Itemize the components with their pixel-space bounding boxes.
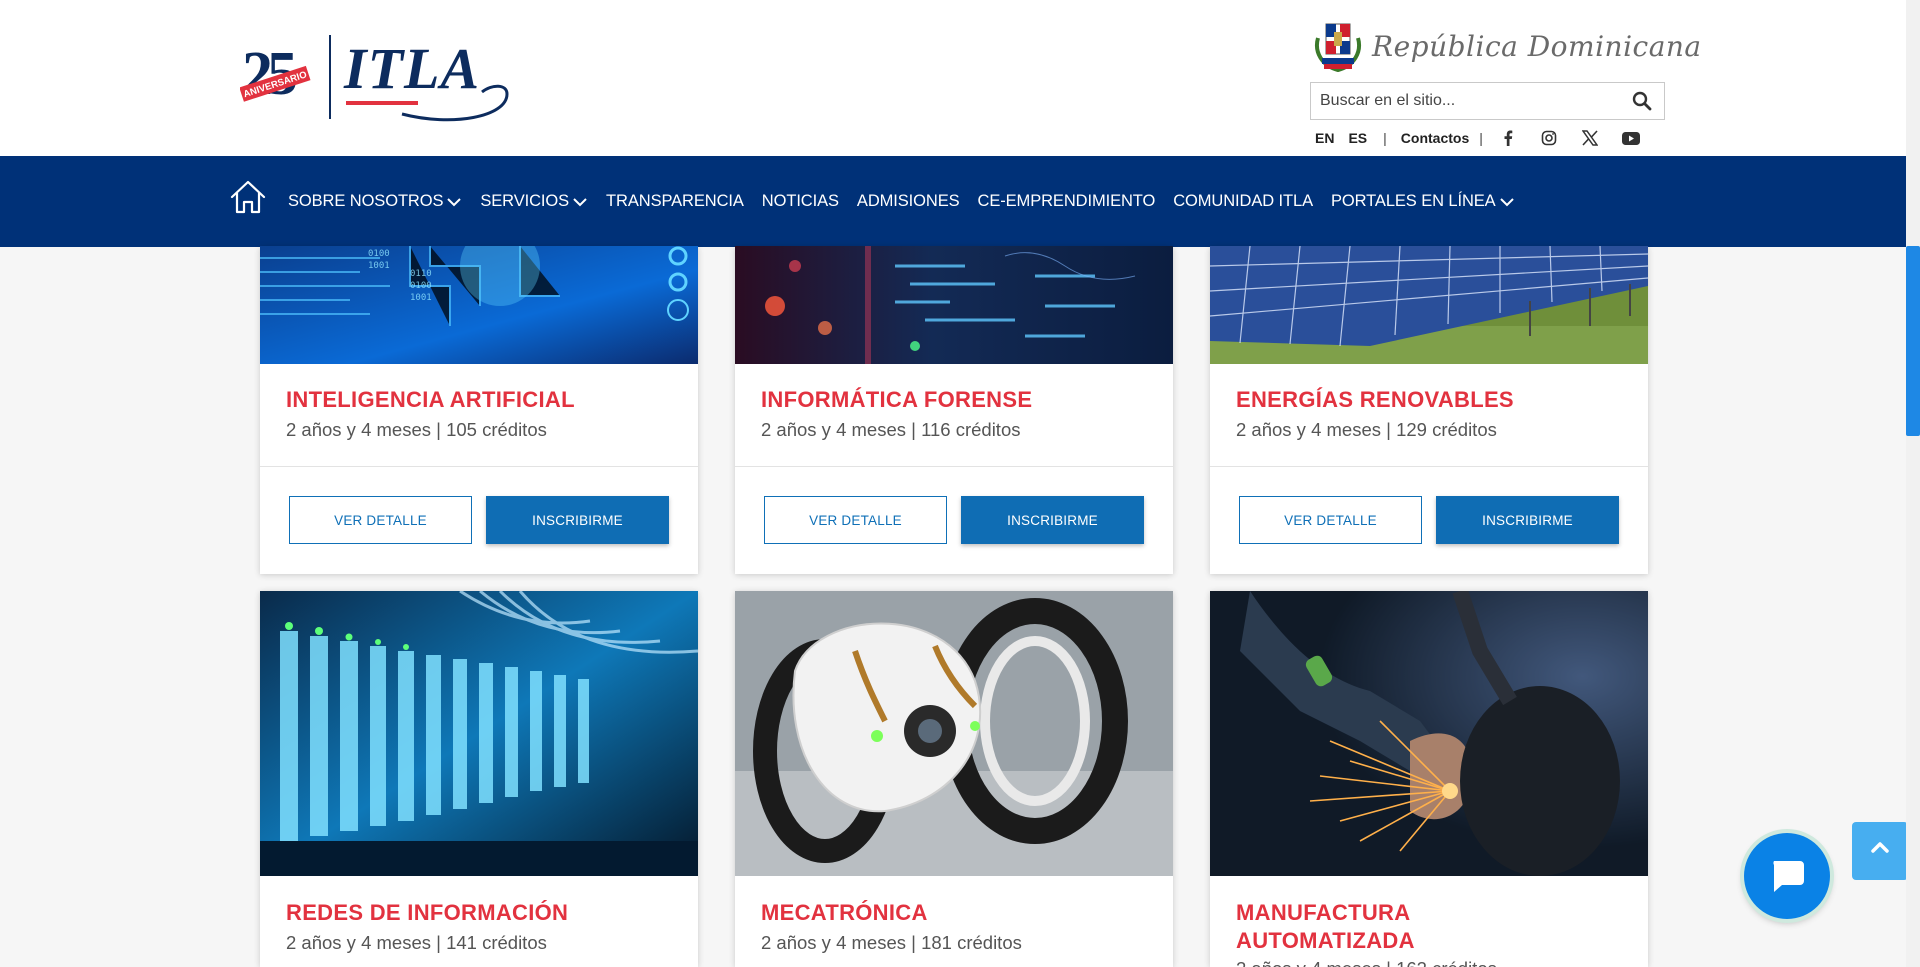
program-card: ENERGÍAS RENOVABLES 2 años y 4 meses | 1… [1210, 246, 1648, 574]
program-image-manufacturing[interactable] [1210, 591, 1648, 876]
nav-item-label: SOBRE NOSOTROS [288, 192, 444, 210]
search-icon[interactable] [1632, 91, 1652, 111]
svg-text:1001: 1001 [368, 261, 390, 271]
main-navigation: SOBRE NOSOTROS SERVICIOS TRANSPARENCIA N… [0, 156, 1906, 247]
scrollbar-thumb[interactable] [1906, 246, 1920, 436]
chat-button[interactable] [1744, 833, 1830, 919]
program-card: REDES DE INFORMACIÓN 2 años y 4 meses | … [260, 591, 698, 967]
view-detail-button[interactable]: VER DETALLE [289, 496, 472, 544]
logo-divider [329, 35, 331, 119]
program-meta: 2 años y 4 meses | 116 créditos [761, 419, 1021, 440]
youtube-icon[interactable] [1621, 129, 1640, 147]
site-header: 25 ANIVERSARIO ITLA República Dominicana [0, 0, 1906, 156]
lang-es-link[interactable]: ES [1348, 130, 1367, 146]
government-name: República Dominicana [1372, 30, 1702, 63]
home-icon[interactable] [229, 178, 267, 216]
program-meta: 2 años y 4 meses | 105 créditos [286, 419, 547, 440]
svg-text:0100: 0100 [368, 249, 390, 259]
program-card: INFORMÁTICA FORENSE 2 años y 4 meses | 1… [735, 246, 1173, 574]
program-title[interactable]: MECATRÓNICA [761, 899, 928, 927]
program-image-ai[interactable]: 0100 1001 0110 0100 1001 [260, 246, 698, 364]
back-to-top-button[interactable] [1852, 822, 1908, 880]
chevron-up-icon [1871, 842, 1889, 853]
program-card: MANUFACTURA AUTOMATIZADA 2 años y 4 mese… [1210, 591, 1648, 967]
page-scrollbar[interactable] [1906, 0, 1920, 967]
program-meta: 2 años y 4 meses | 181 créditos [761, 932, 1022, 953]
nav-item-label: COMUNIDAD ITLA [1173, 192, 1313, 210]
anniversary-25-logo: 25 ANIVERSARIO [240, 40, 311, 108]
program-title[interactable]: MANUFACTURA AUTOMATIZADA [1236, 899, 1566, 955]
chevron-down-icon [1499, 197, 1514, 206]
government-brand[interactable]: República Dominicana [1312, 18, 1701, 74]
program-image-forensics[interactable] [735, 246, 1173, 364]
separator: | [1383, 130, 1387, 146]
nav-item-sobre-nosotros[interactable]: SOBRE NOSOTROS [288, 192, 462, 211]
coat-of-arms-icon [1315, 23, 1361, 72]
nav-item-comunidad-itla[interactable]: COMUNIDAD ITLA [1173, 192, 1313, 211]
card-divider [260, 466, 698, 467]
program-card: MECATRÓNICA 2 años y 4 meses | 181 crédi… [735, 591, 1173, 967]
program-title[interactable]: ENERGÍAS RENOVABLES [1236, 386, 1514, 414]
svg-text:1001: 1001 [410, 293, 432, 303]
search-input[interactable] [1311, 83, 1620, 119]
nav-item-label: ADMISIONES [856, 192, 960, 210]
card-divider [1210, 466, 1648, 467]
card-divider [735, 466, 1173, 467]
itla-wordmark: ITLA [343, 36, 509, 122]
program-meta: 2 años y 4 meses | 141 créditos [286, 932, 547, 953]
nav-item-servicios[interactable]: SERVICIOS [480, 192, 588, 211]
program-meta: 2 años y 4 meses | 129 créditos [1236, 419, 1497, 440]
facebook-icon[interactable] [1499, 129, 1517, 147]
program-card: 0100 1001 0110 0100 1001 INTELIGENCIA ARTIFI… [260, 246, 698, 574]
svg-text:0100: 0100 [410, 281, 432, 291]
nav-menu: SOBRE NOSOTROS SERVICIOS TRANSPARENCIA N… [288, 156, 1533, 247]
chevron-down-icon [573, 197, 587, 206]
nav-item-label: PORTALES EN LÍNEA [1331, 192, 1496, 210]
x-icon[interactable] [1581, 129, 1599, 147]
lang-en-link[interactable]: EN [1315, 130, 1334, 146]
nav-item-ce-emprendimiento[interactable]: CE-EMPRENDIMIENTO [978, 192, 1156, 211]
nav-item-admisiones[interactable]: ADMISIONES [857, 192, 960, 211]
chevron-down-icon [447, 197, 462, 206]
itla-wordmark-text: ITLA [343, 36, 480, 101]
view-detail-button[interactable]: VER DETALLE [764, 496, 947, 544]
view-detail-button[interactable]: VER DETALLE [1239, 496, 1422, 544]
nav-item-label: SERVICIOS [480, 192, 570, 210]
instagram-icon[interactable] [1540, 129, 1558, 147]
chat-icon [1773, 861, 1804, 892]
nav-item-label: NOTICIAS [761, 192, 839, 210]
contacts-link[interactable]: Contactos [1401, 130, 1469, 146]
nav-item-transparencia[interactable]: TRANSPARENCIA [606, 192, 744, 211]
separator: | [1479, 130, 1483, 146]
nav-item-label: CE-EMPRENDIMIENTO [977, 192, 1156, 210]
svg-text:0110: 0110 [410, 269, 432, 279]
program-image-renewables[interactable] [1210, 246, 1648, 364]
program-image-mechatronics[interactable] [735, 591, 1173, 876]
enroll-button[interactable]: INSCRIBIRME [486, 496, 669, 544]
enroll-button[interactable]: INSCRIBIRME [961, 496, 1144, 544]
nav-item-noticias[interactable]: NOTICIAS [762, 192, 839, 211]
program-title[interactable]: INTELIGENCIA ARTIFICIAL [286, 386, 575, 414]
program-image-networks[interactable] [260, 591, 698, 876]
utility-bar: EN ES | Contactos | [1315, 127, 1663, 149]
program-title[interactable]: INFORMÁTICA FORENSE [761, 386, 1032, 414]
nav-item-label: TRANSPARENCIA [606, 192, 744, 210]
program-meta: 2 años y 4 meses | 162 créditos [1236, 958, 1497, 967]
program-title[interactable]: REDES DE INFORMACIÓN [286, 899, 568, 927]
nav-item-portales-en-linea[interactable]: PORTALES EN LÍNEA [1331, 192, 1515, 211]
enroll-button[interactable]: INSCRIBIRME [1436, 496, 1619, 544]
site-search [1310, 82, 1665, 120]
